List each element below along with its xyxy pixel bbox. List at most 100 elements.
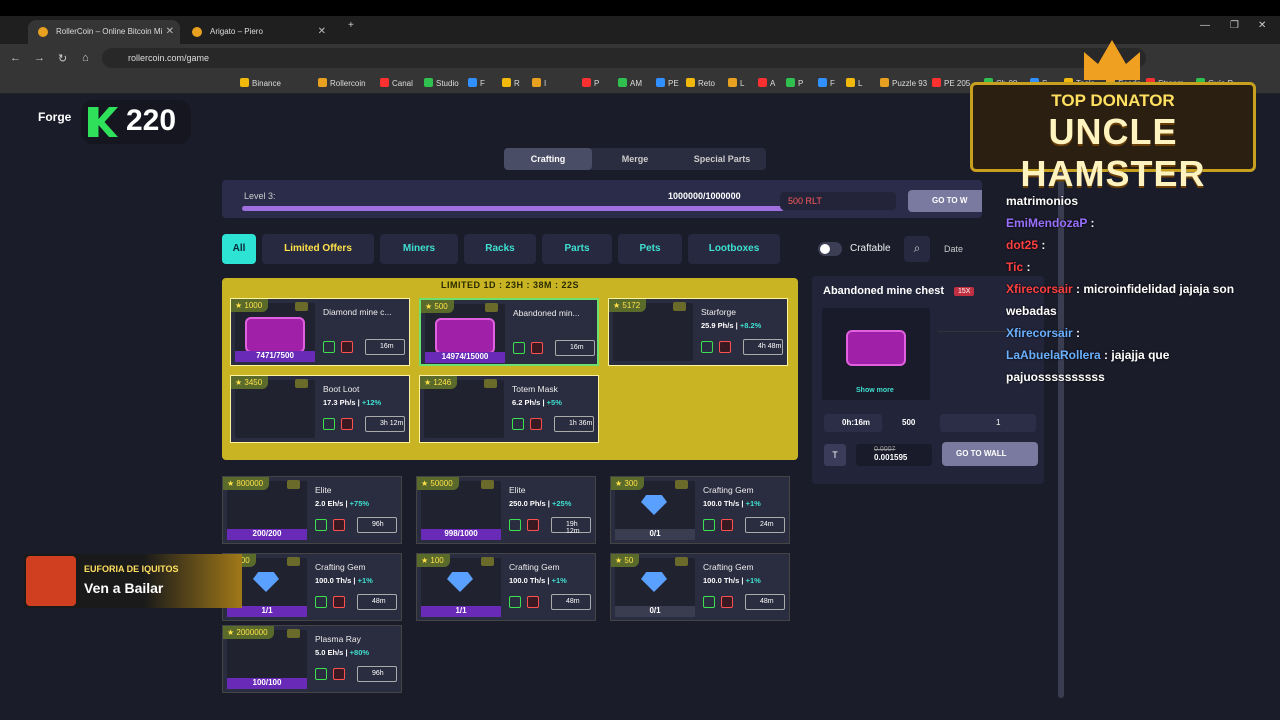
- bookmark-item[interactable]: Studio: [424, 78, 459, 88]
- item-card[interactable]: ★ 50000 998/1000 Elite 250.0 Ph/s | +25% 19h…: [416, 476, 596, 544]
- price-value: 300: [624, 479, 638, 488]
- part-icon: [333, 596, 345, 608]
- item-power: 25.9 Ph/s | +8.2%: [701, 321, 762, 330]
- tab-merge[interactable]: Merge: [592, 148, 678, 170]
- star-icon: ★: [421, 479, 431, 488]
- bookmark-item[interactable]: PE 205: [932, 78, 970, 88]
- bookmark-icon: [240, 78, 249, 87]
- back-icon[interactable]: ←: [10, 52, 21, 64]
- reload-icon[interactable]: ↻: [58, 52, 67, 65]
- item-count: 100/100: [227, 678, 307, 689]
- power-value: 100.0 Th/s: [703, 499, 740, 508]
- bookmark-item[interactable]: L: [728, 78, 744, 88]
- price-value: 3450: [244, 378, 263, 387]
- home-icon[interactable]: ⌂: [82, 52, 89, 64]
- item-card[interactable]: ★ 1001/1Crafting Gem100.0 Th/s | +1%48m: [222, 553, 402, 621]
- bookmark-label: Studio: [436, 79, 459, 88]
- bookmark-item[interactable]: AM: [618, 78, 642, 88]
- bookmark-item[interactable]: F: [468, 78, 485, 88]
- filter-parts[interactable]: Parts: [542, 234, 612, 264]
- forward-icon[interactable]: →: [34, 52, 45, 64]
- new-tab-icon[interactable]: +: [348, 20, 354, 31]
- donator-title: TOP DONATOR: [1051, 91, 1175, 110]
- tab-special-parts[interactable]: Special Parts: [678, 148, 766, 170]
- bookmark-item[interactable]: Reto: [686, 78, 715, 88]
- quantity-stepper[interactable]: 1: [940, 414, 1036, 432]
- item-name: Boot Loot: [323, 384, 360, 394]
- bookmark-label: A: [770, 79, 776, 88]
- token-icon: [703, 519, 715, 531]
- token-icon: [512, 418, 524, 430]
- bookmark-item[interactable]: R: [502, 78, 520, 88]
- power-value: 100.0 Th/s: [703, 576, 740, 585]
- item-card[interactable]: ★ 1000 7471/7500 Diamond mine c... 16m: [230, 298, 410, 366]
- item-card[interactable]: ★ 800000 200/200 Elite 2.0 Eh/s | +75% 96h: [222, 476, 402, 544]
- time-badge: 1h 36m: [554, 416, 594, 432]
- filter-racks[interactable]: Racks: [464, 234, 536, 264]
- price-value: 50: [624, 556, 634, 565]
- rarity-badge: [481, 557, 494, 566]
- bookmark-item[interactable]: A: [758, 78, 775, 88]
- item-card[interactable]: ★ 5172 Starforge 25.9 Ph/s | +8.2% 4h 48m: [608, 298, 788, 366]
- close-tab-icon[interactable]: ✕: [318, 26, 326, 37]
- item-card[interactable]: ★ 1001/1Crafting Gem100.0 Th/s | +1%48m: [416, 553, 596, 621]
- tab-rollercoin[interactable]: RollerCoin – Online Bitcoin Mi ✕: [28, 20, 180, 44]
- maximize-icon[interactable]: ❐: [1230, 20, 1239, 31]
- go-to-wallet-button[interactable]: GO TO W: [908, 190, 982, 212]
- bookmark-item[interactable]: L: [846, 78, 862, 88]
- part-icon: [527, 596, 539, 608]
- filter-limited-offers[interactable]: Limited Offers: [262, 234, 374, 264]
- bookmark-item[interactable]: F: [818, 78, 835, 88]
- mode-tabs: Crafting Merge Special Parts: [504, 148, 766, 170]
- chat-message: dot25 :: [1006, 238, 1046, 252]
- power-value: 250.0 Ph/s: [509, 499, 546, 508]
- item-card[interactable]: ★ 3450 Boot Loot 17.3 Ph/s | +12% 3h 12m: [230, 375, 410, 443]
- time-badge: 3h 12m: [365, 416, 405, 432]
- bookmark-item[interactable]: I: [532, 78, 546, 88]
- power-value: 17.3 Ph/s: [323, 398, 356, 407]
- bookmark-item[interactable]: P: [786, 78, 803, 88]
- item-count: 0/1: [615, 529, 695, 540]
- time-badge: 19h 12m: [551, 517, 591, 535]
- bookmark-item[interactable]: Canal: [380, 78, 413, 88]
- bookmark-item[interactable]: PE: [656, 78, 679, 88]
- bookmark-icon: [532, 78, 541, 87]
- tab-crafting[interactable]: Crafting: [504, 148, 592, 170]
- close-tab-icon[interactable]: ✕: [166, 26, 174, 37]
- window-close-icon[interactable]: ✕: [1258, 20, 1266, 31]
- promo-subtitle: Ven a Bailar: [84, 580, 164, 596]
- bookmark-item[interactable]: Rollercoin: [318, 78, 366, 88]
- go-to-wallet-button[interactable]: GO TO WALL: [942, 442, 1038, 466]
- bookmark-item[interactable]: P: [582, 78, 599, 88]
- date-sort[interactable]: Date: [944, 244, 963, 254]
- show-more-link[interactable]: Show more: [856, 387, 894, 394]
- bookmark-item[interactable]: Binance: [240, 78, 281, 88]
- search-icon[interactable]: ⌕: [904, 236, 930, 262]
- old-cost: 0.0007: [874, 446, 896, 453]
- filter-lootboxes[interactable]: Lootboxes: [688, 234, 780, 264]
- item-card[interactable]: ★ 1246 Totem Mask 6.2 Ph/s | +5% 1h 36m: [419, 375, 599, 443]
- time-badge: 16m: [365, 339, 405, 355]
- filter-all[interactable]: All: [222, 234, 256, 264]
- item-card[interactable]: ★ 500 14974/15000 Abandoned min... 16m: [419, 298, 599, 366]
- item-card[interactable]: ★ 300 0/1 Crafting Gem 100.0 Th/s | +1% 24m: [610, 476, 790, 544]
- bookmark-icon: [728, 78, 737, 87]
- rarity-badge: [481, 480, 494, 489]
- tab-arigato[interactable]: Arigato – Piero ✕: [182, 20, 332, 44]
- top-donator-overlay: TOP DONATOR UNCLE HAMSTER: [970, 40, 1256, 194]
- token-icon: [315, 668, 327, 680]
- rlt-select[interactable]: 500 RLT: [780, 192, 896, 210]
- bookmark-item[interactable]: Puzzle 93: [880, 78, 927, 88]
- item-price: ★ 500: [421, 300, 454, 313]
- item-title: Abandoned mine chest: [823, 285, 945, 297]
- craftable-toggle[interactable]: [818, 242, 842, 256]
- filter-miners[interactable]: Miners: [380, 234, 458, 264]
- filter-pets[interactable]: Pets: [618, 234, 682, 264]
- forge-label: Forge: [38, 110, 72, 124]
- item-name: Elite: [509, 485, 526, 495]
- minimize-icon[interactable]: —: [1200, 20, 1210, 31]
- item-card[interactable]: ★ 2000000 100/100 Plasma Ray 5.0 Eh/s | +80…: [222, 625, 402, 693]
- price-value: 50000: [430, 479, 453, 488]
- item-card[interactable]: ★ 50 0/1 Crafting Gem 100.0 Th/s | +1% 48m: [610, 553, 790, 621]
- chat-username: Xfirecorsair: [1006, 282, 1073, 296]
